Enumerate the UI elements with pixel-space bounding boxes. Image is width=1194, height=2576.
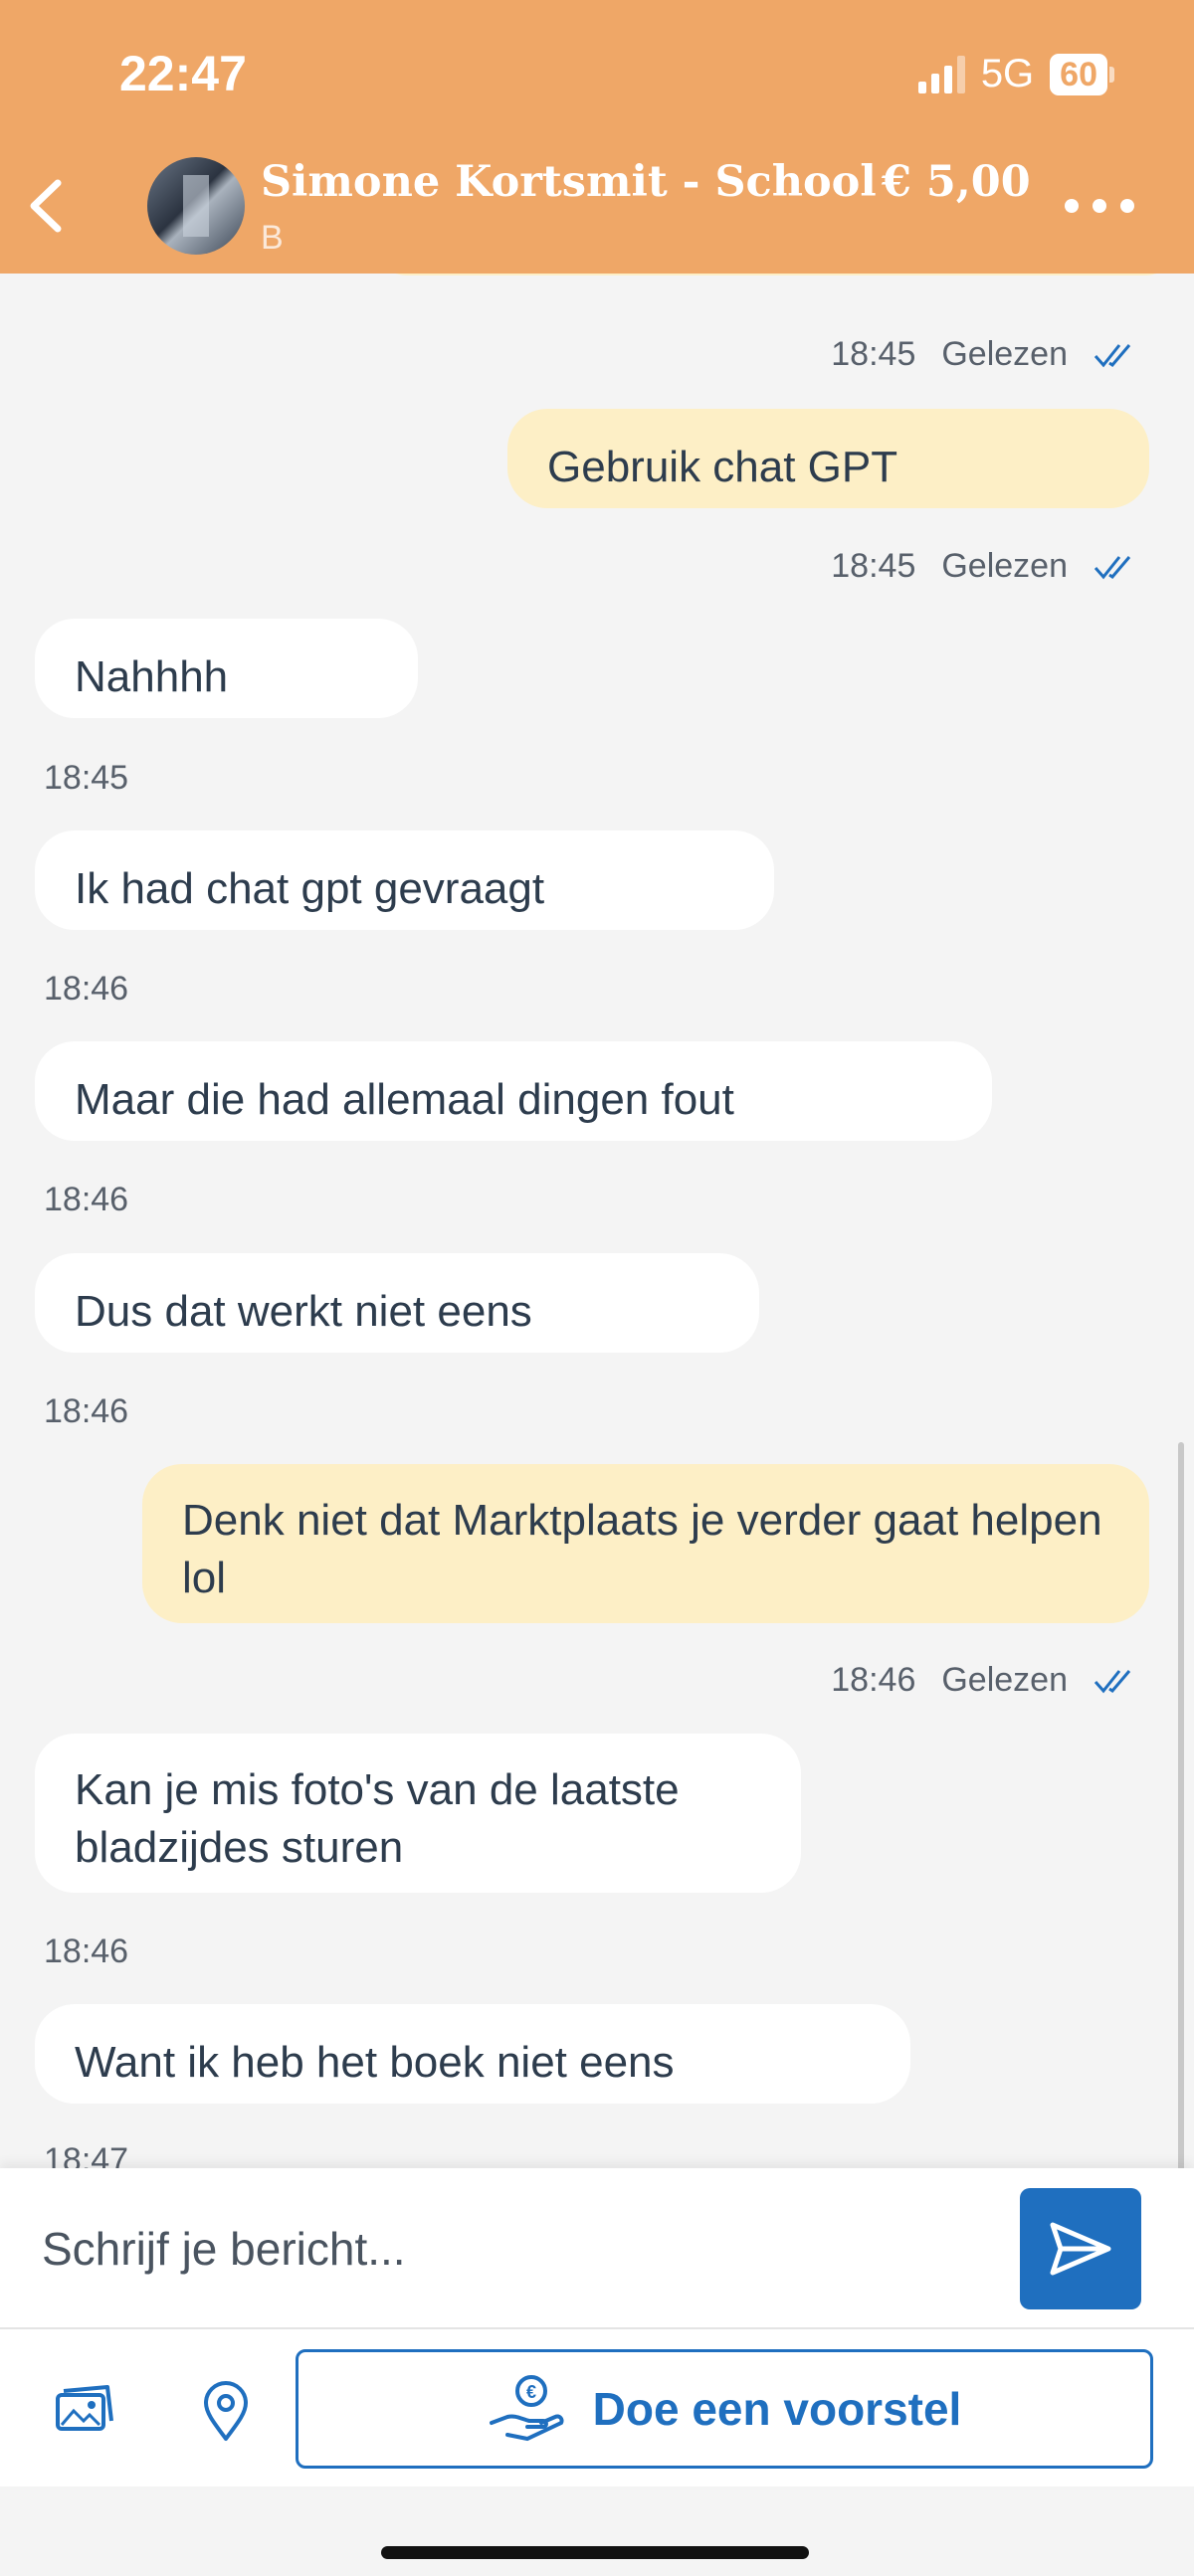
more-icon[interactable] (1065, 199, 1134, 213)
message-bubble-received: Want ik heb het boek niet eens (35, 2004, 910, 2104)
message-time: 18:46 (44, 970, 129, 1008)
message-bubble-received: Dus dat werkt niet eens (35, 1253, 759, 1353)
message-meta: 18:45 Gelezen (831, 547, 1139, 586)
message-meta: 18:46 Gelezen (831, 1661, 1139, 1700)
read-check-icon (1094, 555, 1131, 579)
message-feed[interactable]: 18:45 Gelezen Gebruik chat GPT 18:45 Gel… (0, 274, 1194, 2168)
home-indicator[interactable] (381, 2546, 809, 2559)
send-icon (1050, 2222, 1111, 2276)
message-bubble-sent: Denk niet dat Marktplaats je verder gaat… (142, 1464, 1149, 1623)
signal-icon (917, 55, 965, 93)
header-bar: 22:47 5G 60 Simone Kortsmit - Schoolf...… (0, 0, 1194, 274)
message-time: 18:46 (44, 1932, 129, 1970)
message-bubble-partial (368, 274, 1184, 276)
listing-price: € 5,00 (876, 157, 1031, 207)
message-time: 18:45 (44, 759, 129, 797)
message-composer (0, 2168, 1194, 2327)
back-icon[interactable] (18, 171, 78, 241)
chat-subtitle: B (261, 219, 284, 257)
message-bubble-received: Maar die had allemaal dingen fout (35, 1041, 992, 1141)
scrollbar[interactable] (1178, 1442, 1184, 2168)
read-check-icon (1094, 1669, 1131, 1693)
network-label: 5G (980, 52, 1035, 95)
status-time: 22:47 (119, 46, 247, 101)
battery-icon: 60 (1050, 53, 1114, 95)
svg-text:€: € (526, 2382, 536, 2402)
offer-hand-euro-icon: € (489, 2375, 564, 2442)
message-bubble-received: Kan je mis foto's van de laatste bladzij… (35, 1734, 801, 1893)
status-indicators: 5G 60 (917, 52, 1114, 96)
action-toolbar: € Doe een voorstel (0, 2327, 1194, 2488)
avatar[interactable] (147, 157, 245, 255)
message-bubble-received: Ik had chat gpt gevraagt (35, 830, 774, 930)
photo-icon[interactable] (52, 2379, 115, 2443)
location-icon[interactable] (194, 2379, 258, 2443)
send-button[interactable] (1020, 2188, 1141, 2309)
message-time: 18:46 (44, 1392, 129, 1430)
message-time: 18:46 (831, 1661, 916, 1699)
message-time: 18:45 (831, 547, 916, 585)
read-status: Gelezen (941, 1661, 1068, 1699)
read-check-icon (1094, 343, 1131, 367)
message-time: 18:47 (44, 2141, 129, 2168)
message-time: 18:46 (44, 1181, 129, 1218)
message-bubble-sent: Gebruik chat GPT (507, 409, 1149, 508)
chat-title[interactable]: Simone Kortsmit - Schoolf... (261, 157, 937, 207)
make-offer-button[interactable]: € Doe een voorstel (296, 2349, 1153, 2469)
message-meta: 18:45 Gelezen (831, 335, 1139, 374)
read-status: Gelezen (941, 547, 1068, 585)
bottom-safe-area (0, 2486, 1194, 2576)
battery-level: 60 (1050, 53, 1107, 95)
message-time: 18:45 (831, 335, 916, 373)
message-bubble-received: Nahhhh (35, 619, 418, 718)
message-input[interactable] (40, 2208, 979, 2290)
make-offer-label: Doe een voorstel (592, 2383, 962, 2435)
read-status: Gelezen (941, 335, 1068, 373)
